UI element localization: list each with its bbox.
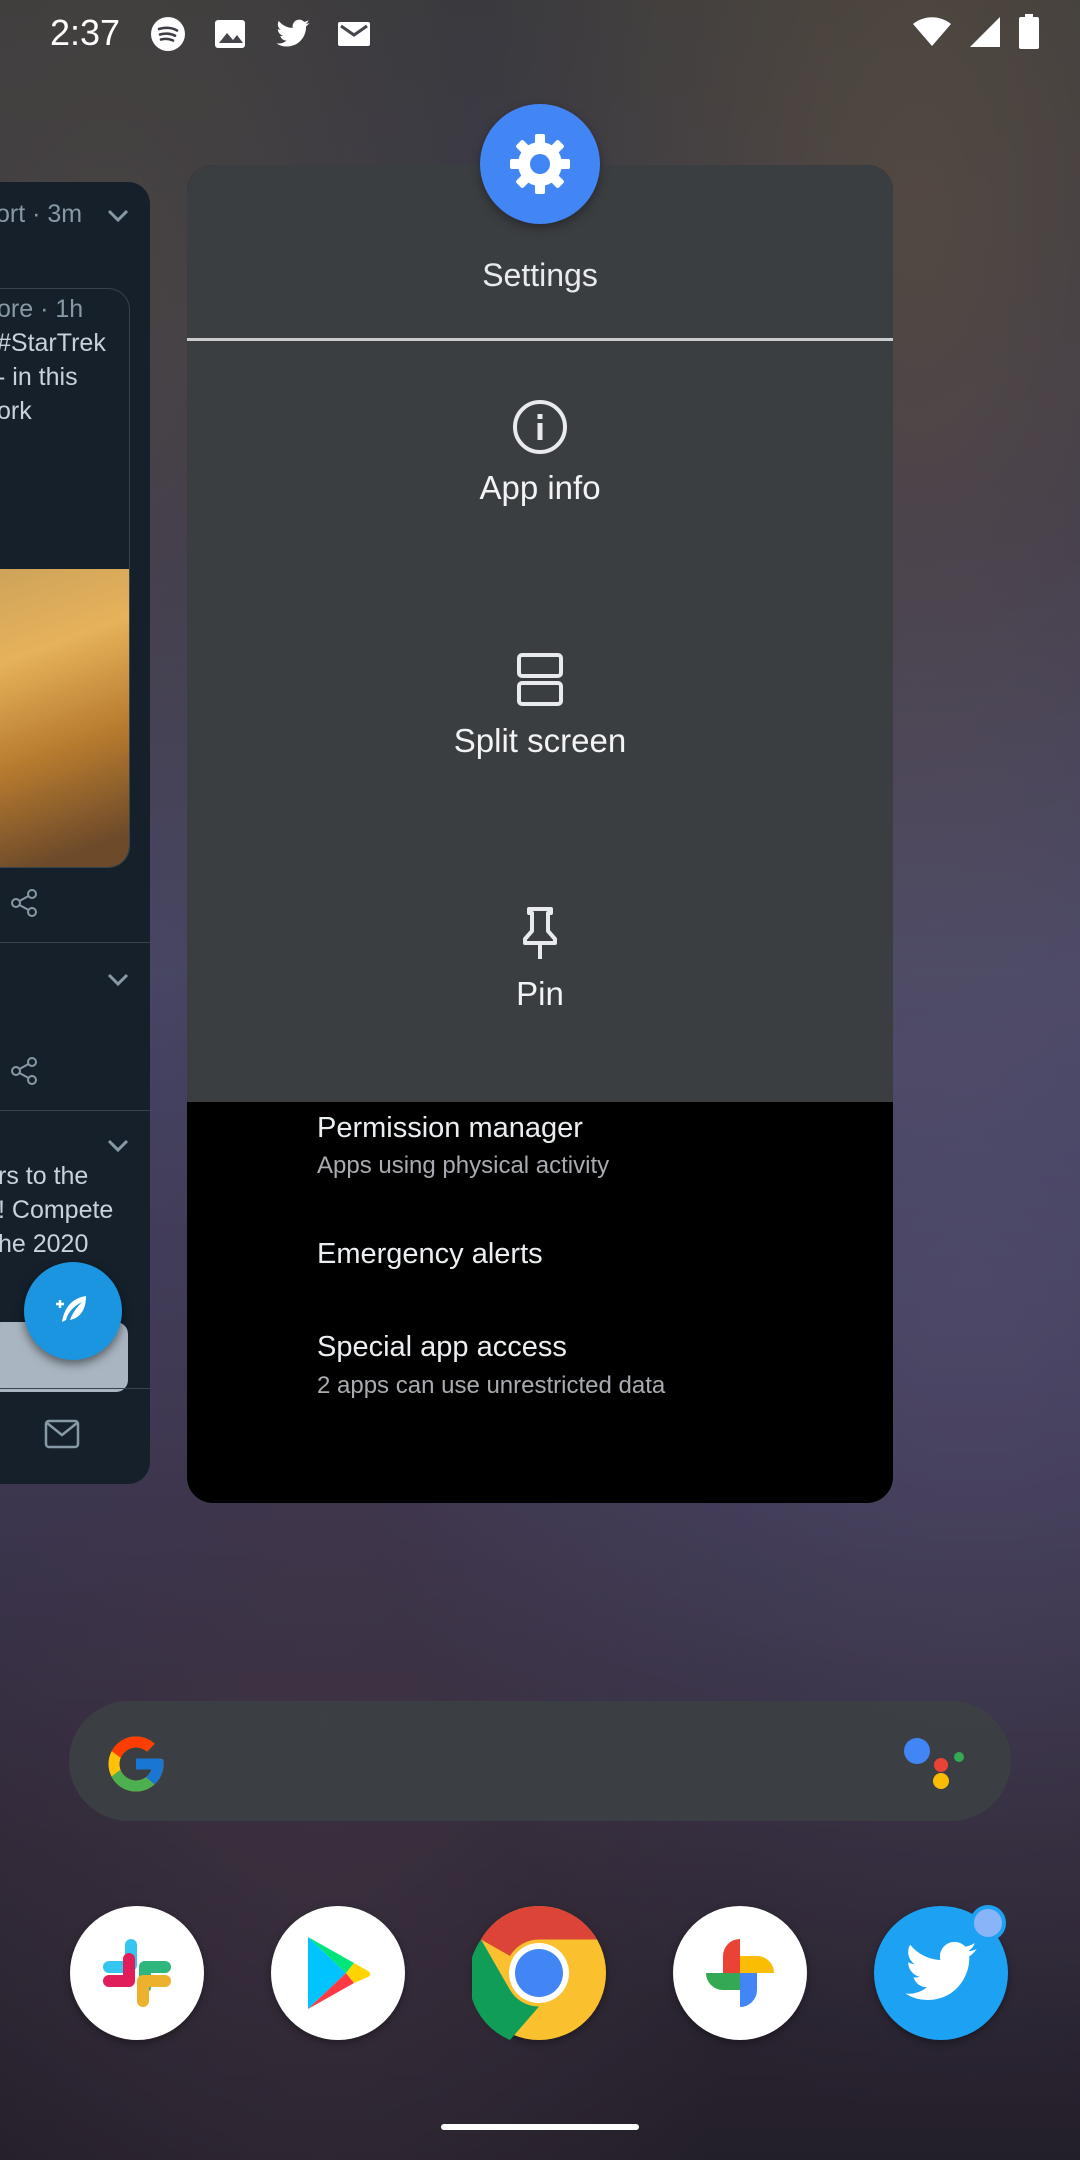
info-icon: [513, 400, 567, 454]
chevron-down-icon[interactable]: [106, 1138, 130, 1154]
split-screen-label: Split screen: [453, 722, 627, 759]
share-icon[interactable]: [10, 888, 40, 918]
tweet-text-line: he 2020: [0, 1230, 89, 1258]
quoted-text-line: ork: [0, 397, 32, 425]
list-item-title: Special app access: [317, 1331, 567, 1363]
google-assistant-icon[interactable]: [901, 1731, 967, 1791]
signal-icon: [970, 17, 1000, 47]
twitter-bottom-nav: [0, 1388, 150, 1484]
gmail-icon: [336, 16, 374, 52]
quoted-text-line: #StarTrek: [0, 329, 106, 357]
google-g-icon: [108, 1736, 164, 1792]
twitter-bird-icon: [905, 1941, 977, 2000]
twitter-recent-card[interactable]: ort · 3m ore · 1h #StarTrek - in this or…: [0, 182, 150, 1484]
pin-label: Pin: [516, 975, 564, 1012]
settings-recent-card[interactable]: Settings App info Split screen Pin Permi…: [187, 165, 893, 1503]
image-icon: [212, 16, 250, 52]
feather-icon: [56, 1296, 86, 1322]
play-store-app-icon[interactable]: [271, 1906, 405, 2040]
share-icon[interactable]: [10, 1056, 40, 1086]
compose-tweet-button[interactable]: [24, 1262, 122, 1360]
quoted-meta: ore · 1h: [0, 295, 84, 323]
list-item-title: Permission manager: [317, 1112, 583, 1144]
battery-icon: [1019, 14, 1039, 49]
chevron-down-icon[interactable]: [106, 208, 130, 224]
twitter-icon: [274, 16, 312, 52]
slack-icon: [103, 1939, 171, 2007]
tweet-divider: [0, 942, 150, 943]
pin-icon: [523, 907, 557, 959]
chrome-icon: [472, 1906, 606, 2040]
settings-background-list: Permission manager Apps using physical a…: [187, 1102, 893, 1503]
photos-app-icon[interactable]: [673, 1906, 807, 2040]
list-item-title: Emergency alerts: [317, 1238, 543, 1270]
split-screen-icon: [517, 653, 563, 706]
slack-app-icon[interactable]: [70, 1906, 204, 2040]
list-item-subtitle: 2 apps can use unrestricted data: [317, 1372, 666, 1399]
tweet-meta: ort · 3m: [0, 200, 83, 228]
settings-app-icon[interactable]: [480, 104, 600, 224]
app-info-button[interactable]: App info: [187, 341, 893, 594]
notification-dot: [970, 1905, 1006, 1941]
google-search-bar[interactable]: [69, 1701, 1011, 1821]
tweet-image[interactable]: [0, 569, 129, 867]
play-store-icon: [308, 1937, 371, 2009]
gear-icon: [510, 134, 570, 194]
gesture-nav-handle[interactable]: [441, 2124, 639, 2130]
tweet-text-line: rs to the: [0, 1162, 89, 1190]
pinwheel-icon: [706, 1939, 774, 2007]
wifi-icon: [913, 17, 951, 46]
app-title: Settings: [482, 257, 598, 293]
status-time: 2:37: [50, 12, 121, 53]
split-screen-button[interactable]: Split screen: [187, 594, 893, 847]
chevron-down-icon[interactable]: [106, 972, 130, 988]
mail-icon[interactable]: [44, 1419, 80, 1449]
app-info-label: App info: [479, 469, 601, 506]
spotify-icon: [150, 16, 188, 52]
pin-button[interactable]: Pin: [187, 847, 893, 1100]
tweet-divider: [0, 1110, 150, 1111]
chrome-app-icon[interactable]: [472, 1906, 606, 2040]
task-menu: Settings App info Split screen Pin: [187, 165, 893, 1102]
list-item-subtitle: Apps using physical activity: [317, 1152, 610, 1179]
status-bar: 2:37: [0, 0, 1080, 66]
quoted-text-line: - in this: [0, 363, 78, 391]
tweet-text-line: ! Compete: [0, 1196, 114, 1224]
quoted-tweet[interactable]: ore · 1h #StarTrek - in this ork: [0, 288, 130, 868]
